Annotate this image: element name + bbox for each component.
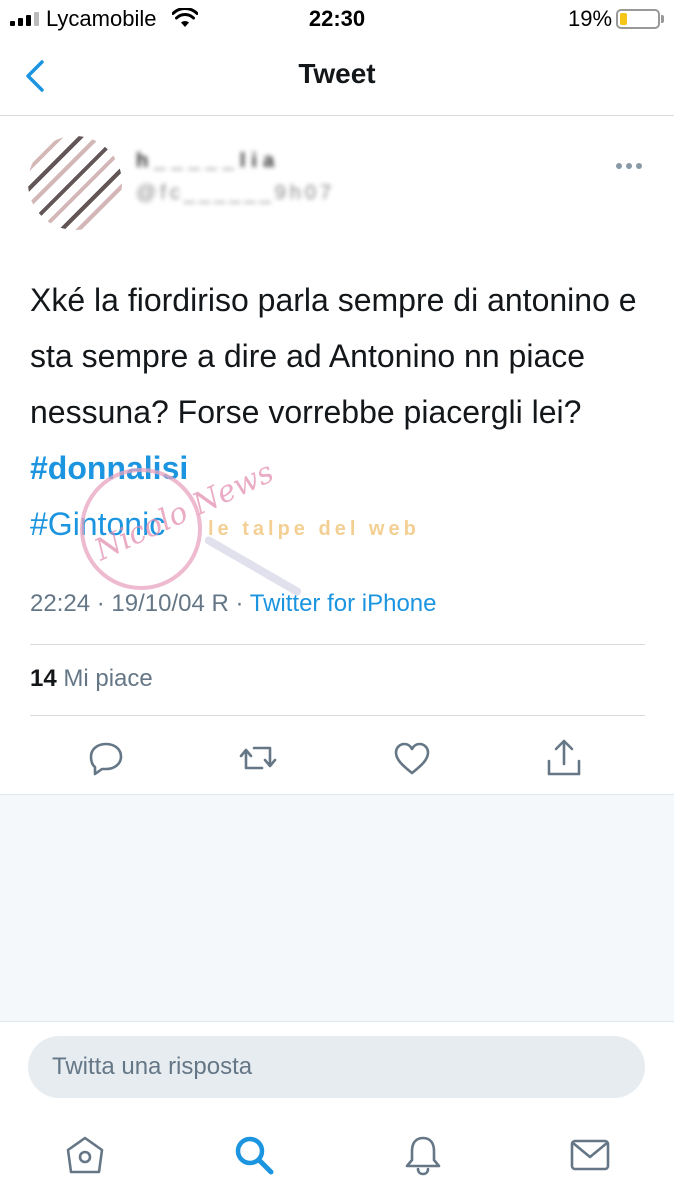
more-dot (626, 163, 632, 169)
retweet-marker: R (211, 590, 229, 617)
retweet-button[interactable] (236, 736, 280, 780)
divider (30, 644, 645, 645)
tweet-header: h_____lia @fc______9h07 (28, 130, 648, 230)
retweet-icon (239, 746, 277, 770)
nav-bar: Tweet (0, 38, 674, 116)
share-icon (547, 739, 581, 776)
share-button[interactable] (542, 736, 586, 780)
reply-field[interactable] (28, 1036, 645, 1098)
search-icon (235, 1136, 274, 1175)
tweet-action-bar (0, 730, 674, 786)
tab-messages[interactable] (567, 1132, 613, 1178)
battery-icon (616, 9, 660, 29)
more-options-button[interactable] (616, 158, 646, 174)
battery-fill (620, 13, 627, 25)
tab-search[interactable] (231, 1132, 277, 1178)
reply-icon (89, 742, 123, 776)
tweet-source-link[interactable]: Twitter for iPhone (250, 590, 437, 617)
likes-count[interactable]: 14 Mi piace (30, 665, 153, 693)
like-button[interactable] (390, 736, 434, 780)
status-bar: Lycamobile 22:30 19% (0, 0, 674, 38)
notifications-icon (405, 1136, 441, 1176)
tab-bar (0, 1112, 674, 1200)
tweet-meta: 22:24 · 19/10/04 R · Twitter for iPhone (30, 590, 437, 618)
author-name[interactable]: h_____lia (136, 150, 280, 173)
hashtag-link[interactable]: #donnalisi (30, 450, 188, 486)
reply-input[interactable] (28, 1036, 645, 1098)
page-title: Tweet (298, 58, 376, 89)
meta-separator: · (96, 590, 105, 617)
likes-label: Mi piace (63, 665, 153, 692)
tab-home[interactable] (62, 1132, 108, 1178)
battery-percent: 19% (568, 6, 613, 31)
reply-button[interactable] (84, 736, 128, 780)
tweet-body: Xké la fiordiriso parla sempre di antoni… (30, 282, 637, 430)
divider (30, 715, 645, 716)
tweet-time: 22:24 (30, 590, 91, 617)
meta-separator: · (235, 590, 244, 617)
messages-icon (570, 1139, 610, 1171)
more-dot (616, 163, 622, 169)
tab-notifications[interactable] (400, 1132, 446, 1178)
tweet-date: 19/10/04 (111, 590, 205, 617)
battery-tip (661, 15, 664, 23)
like-icon (394, 742, 430, 775)
likes-number: 14 (30, 665, 57, 692)
empty-replies-area (0, 794, 674, 1022)
more-dot (636, 163, 642, 169)
hashtag-link[interactable]: #Gintonic (30, 506, 165, 542)
home-icon (66, 1136, 104, 1174)
avatar[interactable] (28, 136, 122, 230)
author-handle[interactable]: @fc______9h07 (136, 182, 335, 205)
tweet-text: Xké la fiordiriso parla sempre di antoni… (30, 272, 645, 552)
